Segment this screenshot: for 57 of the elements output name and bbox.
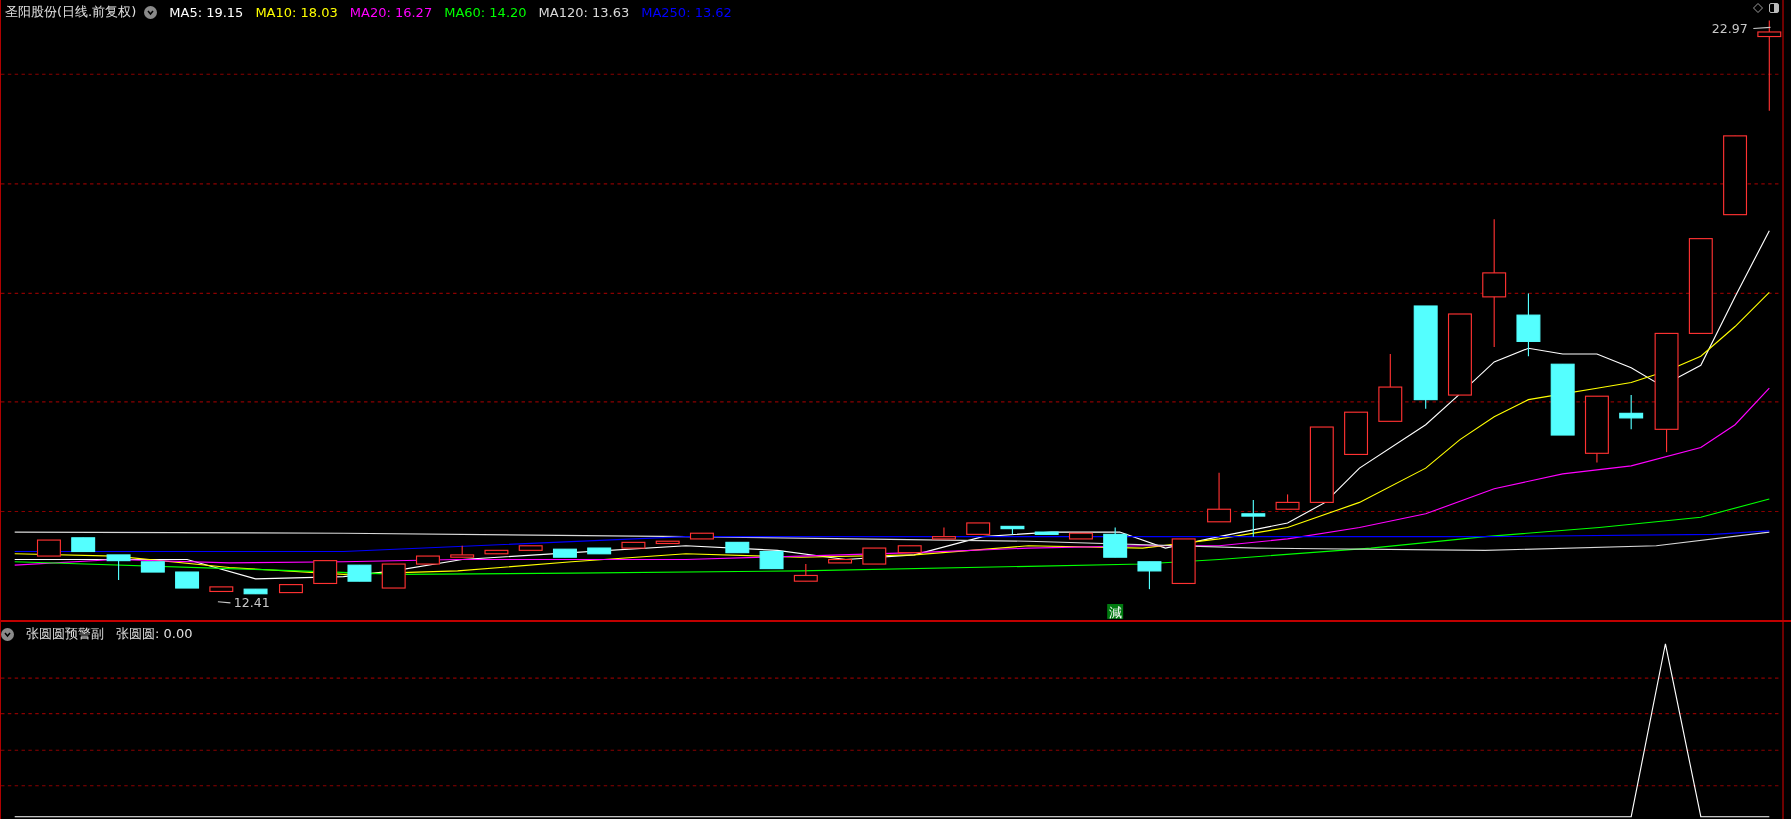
moving-average-label: MA250: 13.62 (641, 4, 732, 20)
moving-average-label: MA5: 19.15 (169, 4, 244, 20)
candlestick (36, 539, 61, 557)
candlestick (71, 537, 96, 553)
candlestick (175, 571, 200, 589)
candlestick (279, 584, 303, 594)
candlestick (518, 545, 543, 551)
candlestick (552, 548, 577, 558)
candlestick (793, 563, 818, 582)
indicator-title: 张圆圆预警副 (26, 625, 104, 643)
candlestick (209, 586, 234, 593)
moving-average-label: MA60: 14.20 (444, 4, 527, 20)
candlestick (1034, 531, 1059, 535)
candlestick (1584, 395, 1609, 463)
candlestick (450, 545, 475, 558)
candlestick (1275, 493, 1300, 510)
candlestick (828, 558, 853, 564)
candlestick (1378, 353, 1403, 422)
stock-title: 圣阳股份(日线.前复权) (5, 3, 137, 21)
moving-average-label: MA20: 16.27 (349, 4, 433, 20)
moving-average-label: MA10: 18.03 (255, 4, 338, 20)
candlestick (759, 550, 784, 570)
candlestick (1344, 411, 1369, 455)
candlestick (381, 563, 406, 589)
candlestick (621, 541, 646, 549)
candlestick (1137, 561, 1162, 590)
candlestick (415, 555, 440, 565)
candlestick (655, 540, 680, 545)
candlestick (1516, 292, 1541, 357)
candlestick (484, 549, 509, 555)
candlestick (689, 532, 714, 540)
candlestick (106, 554, 131, 581)
candlestick (862, 547, 887, 565)
candlestick (1103, 526, 1128, 558)
candlestick (1171, 538, 1196, 585)
candlestick (587, 547, 612, 555)
candlestick (1000, 525, 1025, 535)
candlestick (313, 560, 338, 585)
panel-toggle-icon[interactable] (1769, 3, 1779, 13)
candlestick (1207, 472, 1232, 523)
chevron-down-icon[interactable] (144, 5, 158, 19)
indicator-reading: 张圆圆: 0.00 (116, 625, 193, 643)
chevron-down-icon[interactable] (1, 627, 14, 641)
price-label: 12.41 (233, 595, 270, 611)
candlestick (966, 522, 991, 535)
candlestick (140, 561, 165, 573)
moving-average-label: MA120: 13.63 (538, 4, 630, 20)
price-label: 22.97 (1711, 21, 1748, 37)
candlestick (243, 588, 268, 595)
candlestick (897, 545, 922, 554)
candlestick (1619, 394, 1644, 430)
signal-badge: 減 (1107, 604, 1124, 620)
candlestick (931, 526, 956, 540)
candlestick (725, 541, 750, 554)
candlestick (1241, 499, 1266, 538)
candlestick (347, 564, 372, 582)
candlestick (1068, 532, 1093, 540)
